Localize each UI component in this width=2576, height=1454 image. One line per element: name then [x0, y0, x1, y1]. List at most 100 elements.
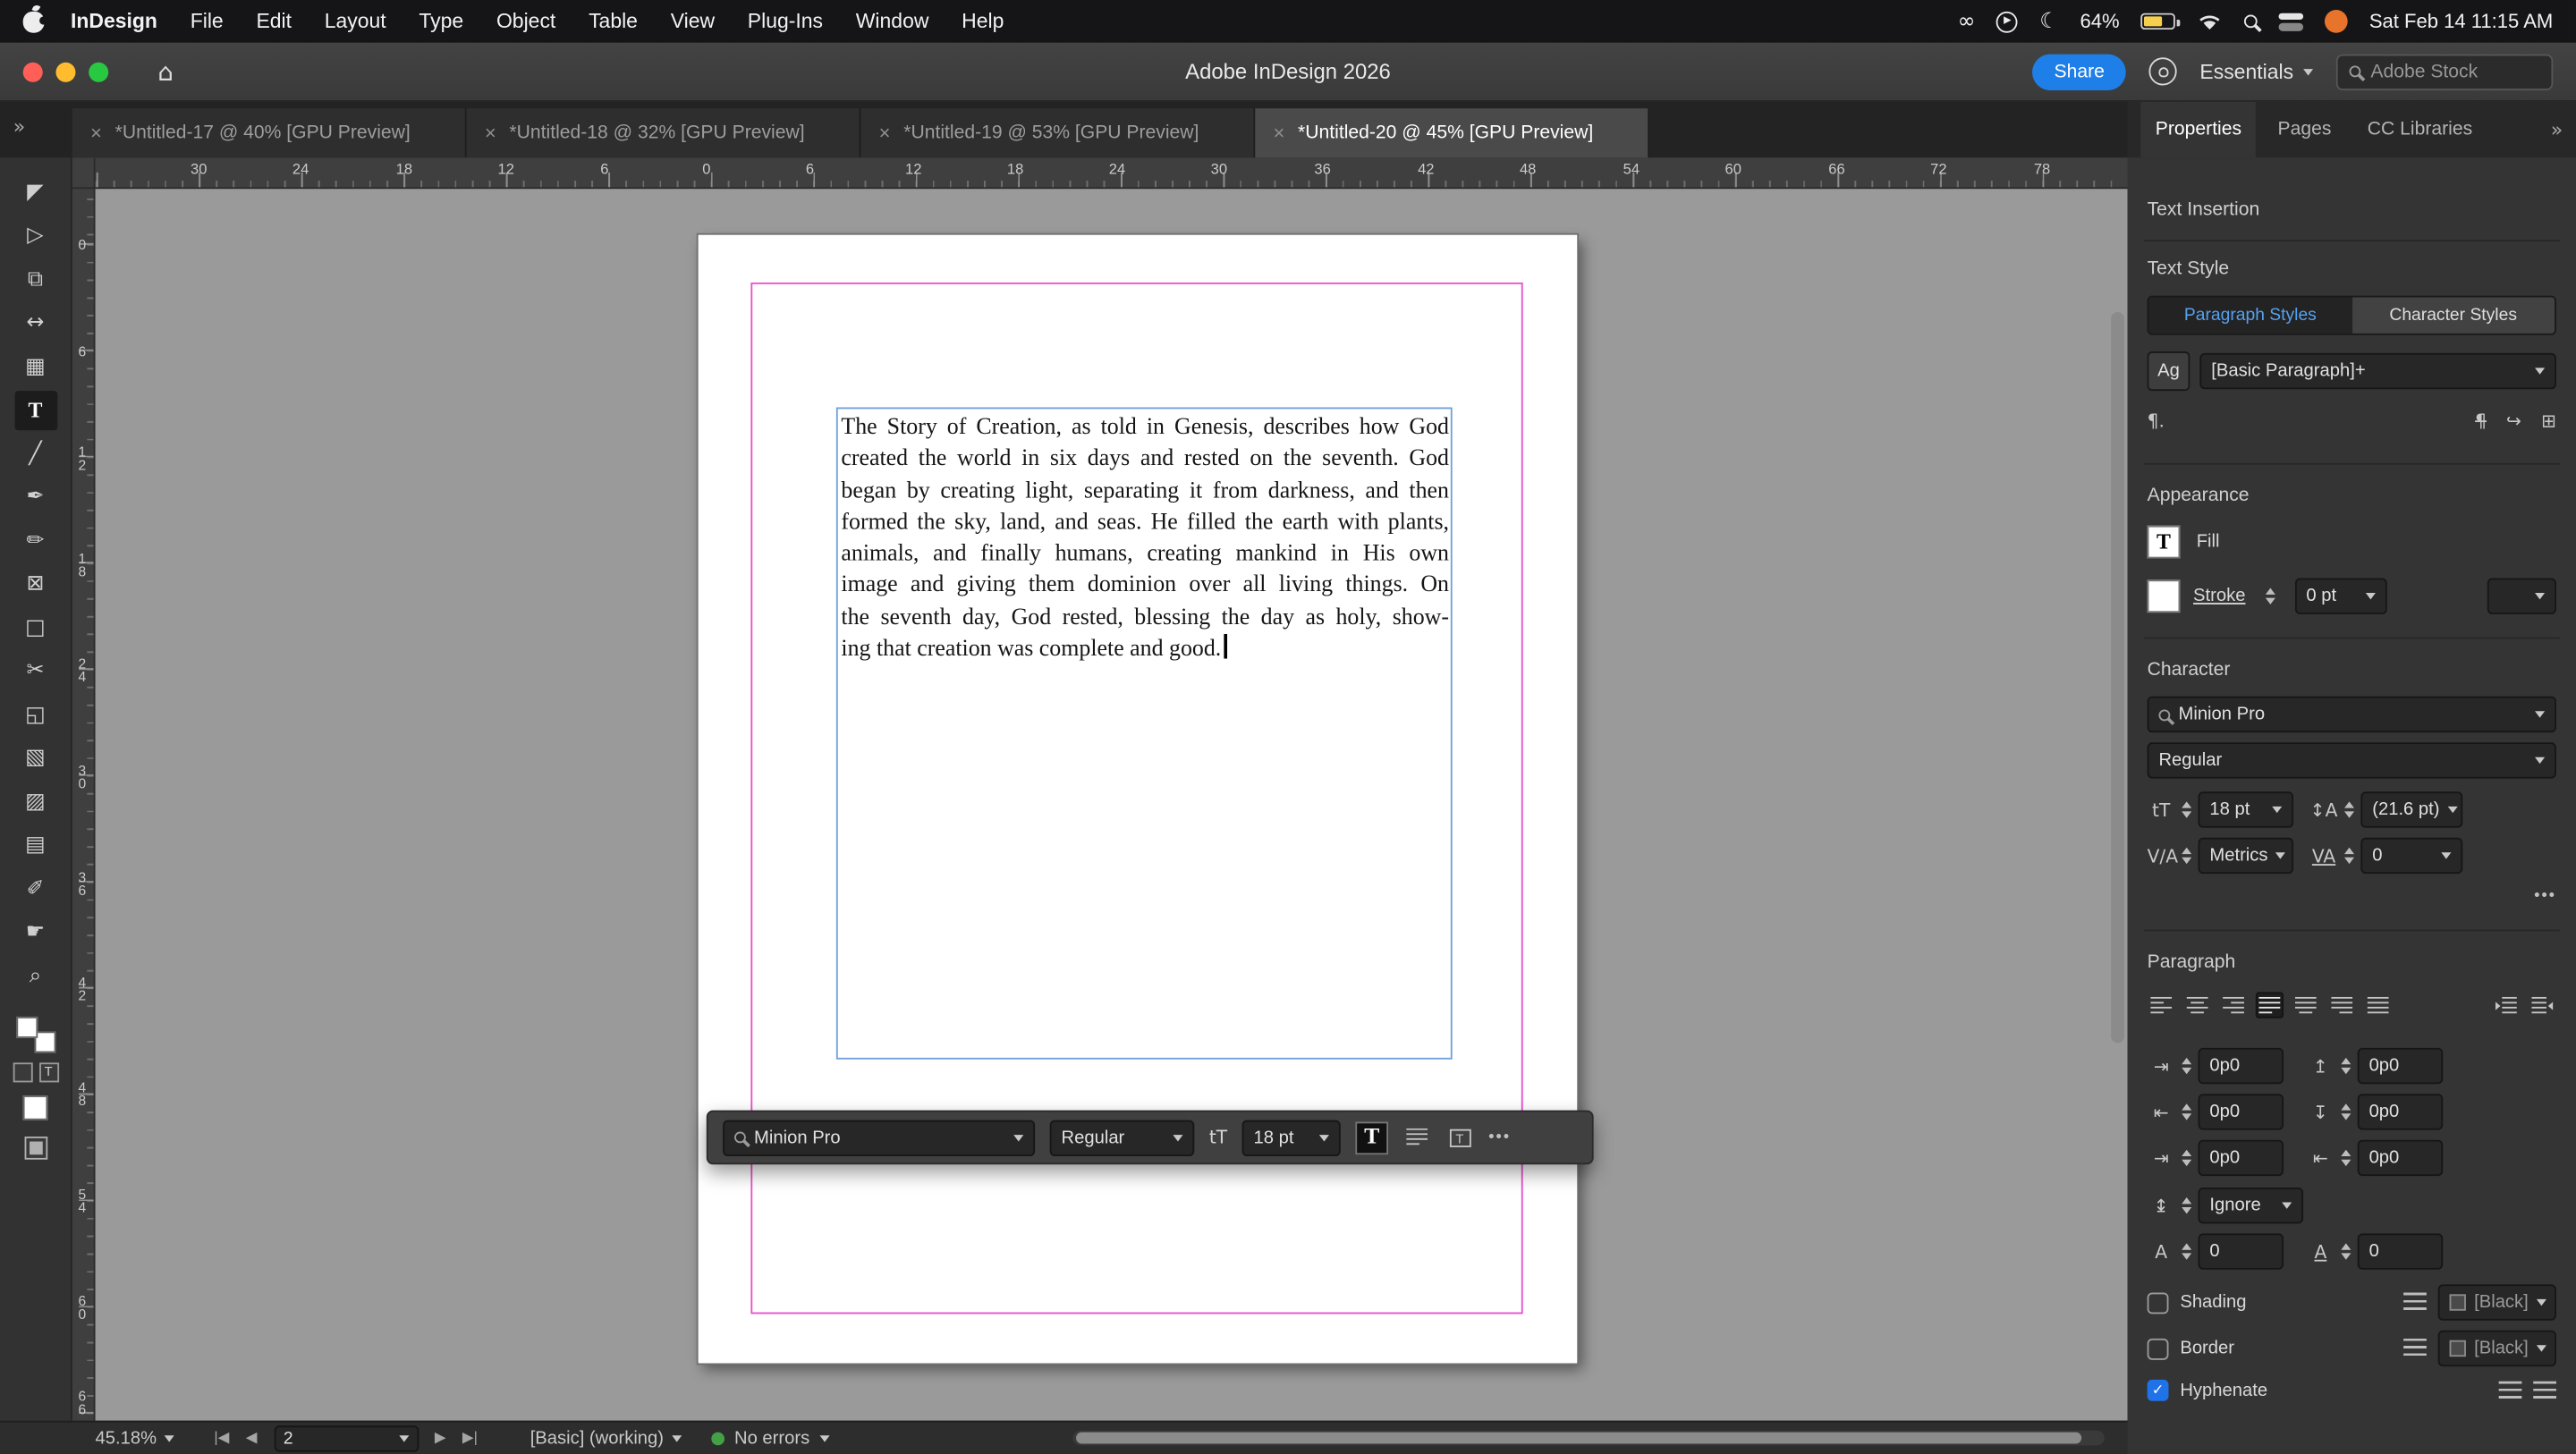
font-size-stepper[interactable]	[2182, 800, 2192, 819]
numbering-icon[interactable]	[2533, 1380, 2556, 1400]
align-right-icon[interactable]	[2219, 992, 2247, 1018]
close-tab-icon[interactable]: ×	[879, 122, 891, 145]
share-button[interactable]: Share	[2032, 53, 2126, 90]
last-line-indent-stepper[interactable]	[2341, 1149, 2351, 1167]
tab-cc-libraries[interactable]: CC Libraries	[2352, 102, 2487, 157]
more-options-button[interactable]: •••	[1488, 1129, 1511, 1146]
align-away-spine-icon[interactable]	[2529, 992, 2556, 1018]
paragraph-style-select[interactable]: [Basic Paragraph]+	[2199, 352, 2556, 390]
rectangle-tool[interactable]: □	[14, 608, 57, 647]
last-line-indent-field[interactable]: 0p0	[2357, 1139, 2444, 1177]
page-tool[interactable]: ⧉	[14, 259, 57, 299]
minimize-window-button[interactable]	[55, 61, 76, 81]
doc-tab-untitled-18[interactable]: × *Untitled-18 @ 32% [GPU Preview]	[466, 108, 861, 158]
justify-last-center-icon[interactable]	[2292, 992, 2319, 1018]
home-icon[interactable]: ⌂	[157, 56, 174, 86]
tracking-select[interactable]: 0	[2360, 837, 2463, 875]
shading-settings-icon[interactable]	[2403, 1292, 2427, 1313]
previous-page-button[interactable]: ◀	[246, 1429, 258, 1447]
workspace-switcher[interactable]: Essentials	[2199, 60, 2314, 83]
apply-none-swatch[interactable]	[22, 1095, 48, 1120]
doc-tab-untitled-19[interactable]: × *Untitled-19 @ 53% [GPU Preview]	[860, 108, 1256, 158]
line-tool[interactable]: ╱	[14, 434, 57, 473]
shading-color-select[interactable]: [Black]	[2437, 1284, 2556, 1321]
eyedropper-tool[interactable]: ✐	[14, 869, 57, 909]
tracking-stepper[interactable]	[2344, 847, 2355, 865]
border-settings-icon[interactable]	[2403, 1338, 2427, 1358]
menu-plugins[interactable]: Plug-Ins	[731, 10, 839, 33]
rectangle-frame-tool[interactable]: ⊠	[14, 564, 57, 604]
justify-all-icon[interactable]	[2364, 992, 2392, 1018]
document-canvas[interactable]: The Story of Creation, as told in Genesi…	[95, 189, 2128, 1421]
apple-menu-icon[interactable]	[22, 10, 48, 32]
preflight-status-select[interactable]: No errors	[711, 1428, 830, 1449]
wifi-icon[interactable]	[2197, 12, 2223, 31]
fill-swatch[interactable]	[15, 1016, 38, 1037]
last-page-button[interactable]: ▶|	[462, 1429, 478, 1447]
space-before-field[interactable]: 0p0	[2357, 1047, 2444, 1085]
focus-moon-icon[interactable]: ☾	[2039, 9, 2058, 34]
page[interactable]: The Story of Creation, as told in Genesi…	[698, 234, 1578, 1364]
direct-selection-tool[interactable]: ▷	[14, 216, 57, 256]
character-styles-button[interactable]: Character Styles	[2351, 297, 2555, 334]
horizontal-ruler[interactable]: 30 24 18 12 6 0 6 12 18 24 30 36 42 48 5…	[95, 157, 2128, 190]
spotlight-icon[interactable]	[2244, 14, 2258, 29]
doc-tab-untitled-20[interactable]: × *Untitled-20 @ 45% [GPU Preview]	[1255, 108, 1650, 158]
align-left-icon[interactable]	[2148, 992, 2175, 1018]
left-indent-field[interactable]: 0p0	[2198, 1047, 2284, 1085]
tab-pages[interactable]: Pages	[2263, 102, 2346, 157]
menubar-clock[interactable]: Sat Feb 14 11:15 AM	[2369, 10, 2553, 33]
paragraph-align-icon[interactable]	[1403, 1124, 1431, 1150]
vertical-scrollbar[interactable]	[2111, 311, 2124, 1044]
preflight-profile-select[interactable]: [Basic] (working)	[530, 1428, 682, 1449]
next-page-button[interactable]: ▶	[435, 1429, 446, 1447]
user-avatar[interactable]	[2325, 10, 2348, 33]
space-before-stepper[interactable]	[2341, 1057, 2351, 1075]
drop-cap-lines-field[interactable]: 0	[2198, 1233, 2284, 1270]
justify-last-right-icon[interactable]	[2328, 992, 2356, 1018]
first-line-indent-stepper[interactable]	[2182, 1149, 2192, 1167]
paragraph-mark-icon[interactable]: ¶.	[2148, 410, 2165, 432]
expand-panel-icon[interactable]: »	[2551, 118, 2563, 141]
text-frame[interactable]: The Story of Creation, as told in Genesi…	[835, 407, 1453, 1060]
align-center-icon[interactable]	[2183, 992, 2211, 1018]
floating-size-select[interactable]: 18 pt	[1241, 1119, 1341, 1156]
tab-properties[interactable]: Properties	[2140, 101, 2257, 158]
free-transform-tool[interactable]: ◱	[14, 695, 57, 734]
first-page-button[interactable]: |◀	[214, 1429, 229, 1447]
expand-dock-icon[interactable]: »	[13, 115, 25, 139]
stroke-weight-stepper[interactable]	[2265, 588, 2275, 605]
type-tool[interactable]: T	[13, 390, 57, 430]
gradient-feather-tool[interactable]: ▨	[14, 782, 57, 821]
content-collector-tool[interactable]: ▦	[14, 347, 57, 386]
space-after-stepper[interactable]	[2341, 1103, 2351, 1121]
font-size-select[interactable]: 18 pt	[2198, 791, 2294, 828]
discover-lightbulb-icon[interactable]	[2148, 57, 2177, 86]
screen-record-icon[interactable]: ▶	[1996, 10, 2019, 32]
redefine-style-icon[interactable]: ↪	[2506, 410, 2521, 432]
scissors-tool[interactable]: ✂	[14, 651, 57, 690]
horizontal-scrollbar[interactable]	[1072, 1430, 2105, 1446]
stroke-label[interactable]: Stroke	[2193, 587, 2245, 606]
menu-type[interactable]: Type	[402, 10, 480, 33]
font-style-select[interactable]: Regular	[2147, 742, 2556, 779]
stroke-weight-select[interactable]: 0 pt	[2294, 578, 2387, 614]
hand-tool[interactable]: ☛	[14, 912, 57, 951]
kerning-select[interactable]: Metrics	[2198, 837, 2294, 875]
drop-cap-lines-stepper[interactable]	[2182, 1242, 2192, 1261]
ruler-corner[interactable]	[72, 157, 96, 190]
pencil-tool[interactable]: ✏	[14, 520, 57, 560]
justify-last-left-icon[interactable]	[2255, 992, 2284, 1019]
drop-cap-characters-field[interactable]: 0	[2357, 1233, 2444, 1270]
right-indent-stepper[interactable]	[2182, 1103, 2192, 1121]
menu-file[interactable]: File	[174, 10, 240, 33]
close-tab-icon[interactable]: ×	[485, 122, 496, 145]
border-checkbox[interactable]	[2147, 1338, 2169, 1359]
leading-select[interactable]: (21.6 pt)	[2360, 791, 2463, 828]
gap-tool[interactable]: ↔	[14, 303, 57, 342]
text-fill-swatch[interactable]: T	[1355, 1120, 1389, 1154]
menu-object[interactable]: Object	[480, 10, 572, 33]
pen-tool[interactable]: ✒	[14, 478, 57, 517]
clear-overrides-icon[interactable]: ¶	[2475, 410, 2487, 432]
text-frame-options-icon[interactable]: T	[1445, 1124, 1473, 1150]
